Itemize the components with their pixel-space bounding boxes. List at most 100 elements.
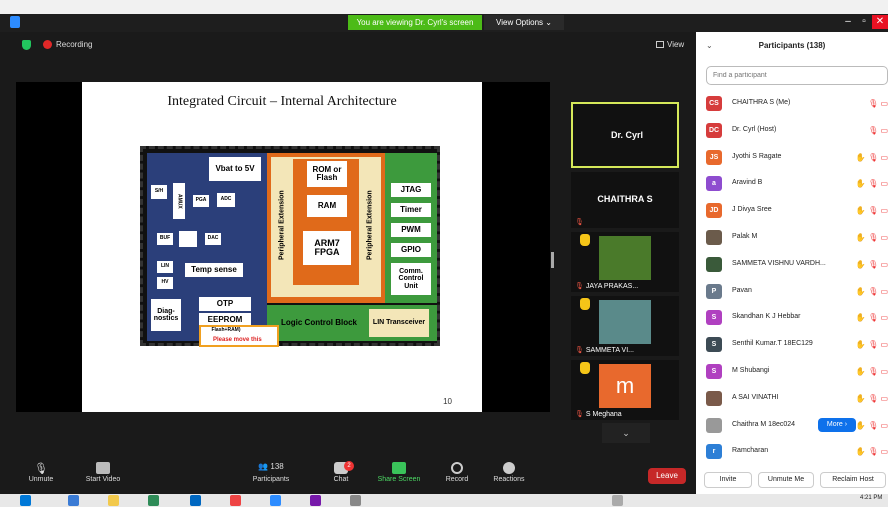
participant-row[interactable]: JS Jyothi S Ragate ✋ 🎙 ▭	[696, 144, 888, 170]
raised-hand-icon: ✋	[855, 259, 869, 269]
video-off-icon: ▭	[878, 313, 888, 323]
participant-search-input[interactable]	[706, 66, 888, 85]
participant-row[interactable]: S Skandhan K J Hebbar ✋ 🎙 ▭	[696, 304, 888, 330]
recording-label: Recording	[56, 40, 93, 49]
slide-number: 10	[443, 397, 452, 406]
windows-start-icon[interactable]	[20, 495, 31, 506]
video-off-icon: ▭	[878, 99, 888, 108]
misc-app-icon[interactable]	[350, 495, 361, 506]
mic-muted-icon: 🎙	[868, 152, 879, 162]
participant-row[interactable]: S M Shubangi ✋ 🎙 ▭	[696, 358, 888, 384]
encryption-shield-icon[interactable]	[22, 40, 31, 50]
view-options-button[interactable]: View Options ⌄	[484, 15, 564, 30]
avatar: P	[706, 283, 722, 299]
video-off-icon: ▭	[878, 233, 888, 242]
jtag-block: JTAG	[391, 183, 431, 197]
avatar	[706, 390, 722, 406]
avatar	[706, 256, 722, 272]
minimize-icon[interactable]: –	[840, 15, 856, 29]
leave-button[interactable]: Leave	[648, 468, 686, 484]
participant-status: ✋ 🎙 ▭	[856, 313, 888, 322]
amux-block: AMUX	[173, 183, 185, 219]
avatar: a	[706, 176, 722, 192]
peripheral-extension-left: Peripheral Extension	[278, 190, 286, 260]
splitter-handle[interactable]	[551, 252, 554, 268]
unmute-label: Unmute	[28, 476, 54, 483]
meeting-toolbar: 🎙 Unmute Start Video 👥 138 Participants …	[0, 460, 696, 494]
video-tile-jaya[interactable]: 🎙 JAYA PRAKAS...	[571, 232, 679, 292]
video-off-icon: ▭	[878, 367, 888, 376]
participant-row[interactable]: DC Dr. Cyrl (Host) 🎙 ▭	[696, 117, 888, 143]
more-button[interactable]: More ›	[818, 417, 856, 432]
start-video-button[interactable]: Start Video	[68, 462, 138, 483]
edge-icon[interactable]	[68, 495, 79, 506]
participant-name: Dr. Cyrl (Host)	[732, 125, 777, 133]
mic-muted-icon: 🎙	[868, 286, 879, 296]
file-explorer-icon[interactable]	[108, 495, 119, 506]
raised-hand-icon: ✋	[855, 179, 869, 189]
view-button[interactable]: View	[656, 40, 684, 49]
participant-row[interactable]: SAMMETA VISHNU VARDH... ✋ 🎙 ▭	[696, 251, 888, 277]
participant-row[interactable]: JD J Divya Sree ✋ 🎙 ▭	[696, 197, 888, 223]
mic-muted-icon: 🎙	[868, 340, 879, 350]
otp-block: OTP	[199, 297, 251, 311]
video-tile-chaithra[interactable]: CHAITHRA S 🎙	[571, 172, 679, 228]
maximize-icon[interactable]: ▫	[856, 15, 872, 29]
zoom-taskbar-icon[interactable]	[270, 495, 281, 506]
avatar: JD	[706, 203, 722, 219]
share-screen-label: Share Screen	[377, 476, 421, 483]
participant-row[interactable]: Palak M ✋ 🎙 ▭	[696, 224, 888, 250]
hv-block: HV	[157, 277, 173, 289]
participant-name: Skandhan K J Hebbar	[732, 313, 801, 321]
participant-row[interactable]: S Senthil Kumar.T 18EC129 ✋ 🎙 ▭	[696, 331, 888, 357]
temp-sense-block: Temp sense	[185, 263, 243, 277]
participants-button[interactable]: 👥 138 Participants	[236, 462, 306, 483]
store-icon[interactable]	[148, 495, 159, 506]
viewing-banner: You are viewing Dr. Cyrl's screen	[348, 15, 482, 30]
comm-control-block: Comm. Control Unit	[391, 263, 431, 295]
pwm-block: PWM	[391, 223, 431, 237]
chat-badge: 2	[344, 461, 354, 471]
participant-name: Aravind B	[732, 179, 763, 187]
microphone-muted-icon: 🎙	[34, 463, 48, 475]
video-off-icon: ▭	[878, 259, 888, 269]
video-off-icon	[96, 462, 110, 474]
mic-muted-icon: 🎙	[868, 99, 879, 108]
keyboard-icon[interactable]	[612, 495, 623, 506]
unmute-me-button[interactable]: Unmute Me	[758, 472, 814, 488]
reactions-button[interactable]: Reactions	[474, 462, 544, 483]
invite-button[interactable]: Invite	[704, 472, 752, 488]
participant-row[interactable]: A SAI VINATHI ✋ 🎙 ▭	[696, 385, 888, 411]
sh-block: S/H	[151, 185, 167, 199]
raised-hand-icon: ✋	[855, 340, 869, 350]
reclaim-host-button[interactable]: Reclaim Host	[820, 472, 886, 488]
participant-row[interactable]: P Pavan ✋ 🎙 ▭	[696, 278, 888, 304]
onenote-icon[interactable]	[310, 495, 321, 506]
avatar: CS	[706, 96, 722, 111]
participant-row[interactable]: Chaithra M 18ec024 More › ✋ 🎙 ▭	[696, 412, 888, 438]
close-icon[interactable]: ✕	[872, 15, 888, 29]
video-tile-dr-cyrl[interactable]: Dr. Cyrl	[571, 102, 679, 168]
chevron-down-icon[interactable]: ⌄	[602, 423, 650, 443]
collapse-chevron-icon[interactable]: ⌄	[706, 32, 713, 60]
chrome-icon[interactable]	[230, 495, 241, 506]
video-tile-meghana[interactable]: m 🎙 S Meghana	[571, 360, 679, 420]
clock: 4:21 PM	[860, 495, 883, 501]
participant-name: Pavan	[732, 286, 752, 294]
unmute-button[interactable]: 🎙 Unmute	[6, 462, 76, 483]
avatar: DC	[706, 122, 722, 138]
shared-screen[interactable]: Integrated Circuit – Internal Architectu…	[16, 82, 550, 412]
participant-row[interactable]: a Aravind B ✋ 🎙 ▭	[696, 170, 888, 196]
raised-hand-icon: ✋	[855, 313, 869, 323]
video-tile-sammeta[interactable]: 🎙 SAMMETA VI...	[571, 296, 679, 356]
participant-row[interactable]: CS CHAITHRA S (Me) 🎙 ▭	[696, 90, 888, 116]
video-off-icon: ▭	[878, 179, 888, 189]
panel-footer: Invite Unmute Me Reclaim Host	[696, 468, 888, 494]
ram-block: RAM	[307, 195, 347, 217]
participant-row[interactable]: r Ramcharan ✋ 🎙 ▭	[696, 438, 888, 464]
tile-name: Dr. Cyrl	[610, 130, 643, 140]
record-icon	[451, 462, 463, 474]
participant-name: Senthil Kumar.T 18EC129	[732, 340, 813, 348]
app-icon[interactable]	[190, 495, 201, 506]
participant-video	[599, 300, 651, 344]
